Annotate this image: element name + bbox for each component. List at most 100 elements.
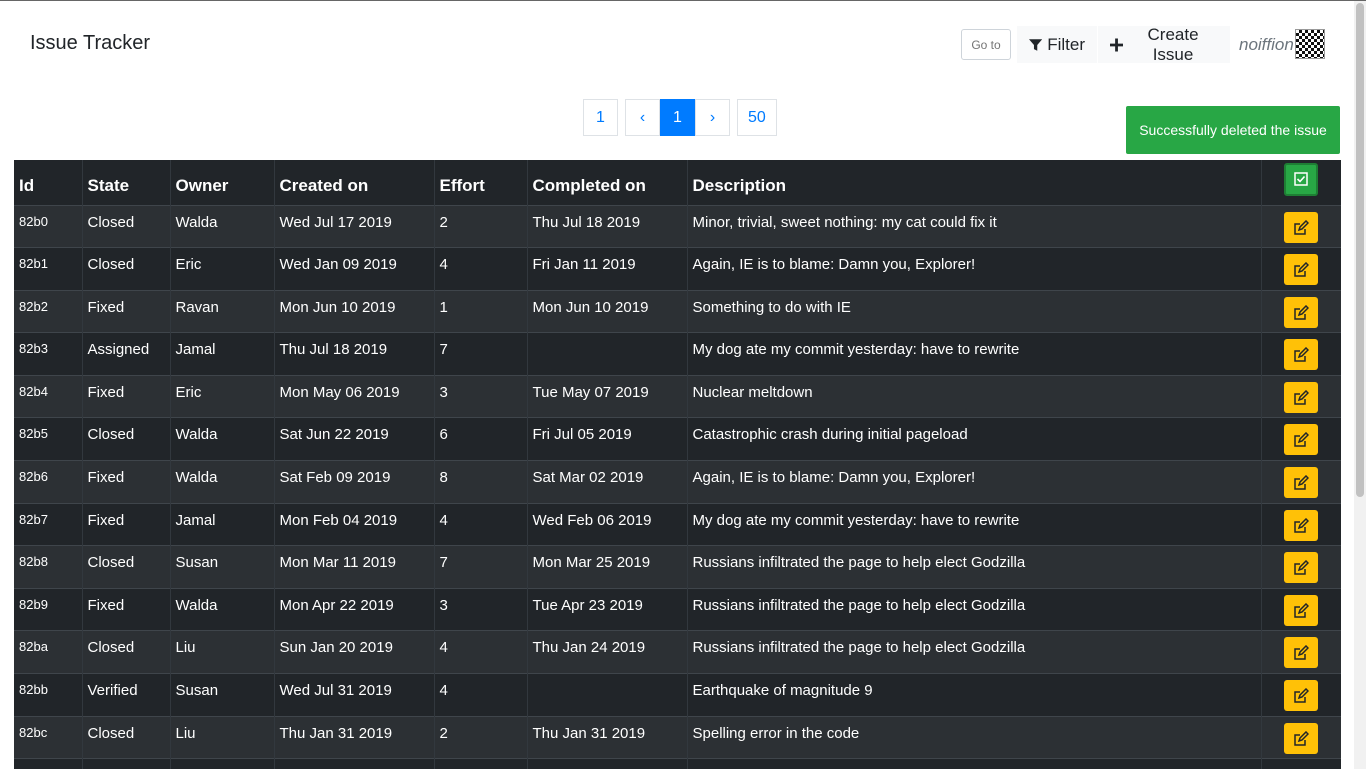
page-scrollbar[interactable]: [1354, 1, 1366, 769]
cell-completed: Mon Jun 10 2019: [527, 289, 688, 333]
app-title: Issue Tracker: [30, 32, 151, 54]
filter-label: Filter: [1047, 34, 1085, 54]
column-header-effort[interactable]: Effort: [434, 160, 528, 205]
cell-description: Again, IE is to blame: Damn you, Explore…: [687, 460, 1262, 504]
cell-description: Russians infiltrated the page to help el…: [687, 545, 1262, 589]
edit-icon: [1294, 304, 1309, 320]
cell-completed: [527, 673, 688, 717]
cell-state: Closed: [82, 630, 171, 674]
table-header-row: Id State Owner Created on Effort Complet…: [14, 160, 1341, 205]
cell-description: My dog ate my commit yesterday: have to …: [687, 502, 1262, 546]
table-row: 82bb Verified Susan Wed Jul 31 2019 4 Earthqu…: [14, 673, 1341, 717]
table-row: 82b7 Fixed Jamal Mon Feb 04 2019 4 Wed Feb 06…: [14, 502, 1341, 546]
cell-empty: [14, 758, 83, 769]
cell-actions: [1261, 204, 1341, 248]
username[interactable]: noiffion: [1239, 35, 1294, 55]
cell-id: 82b0: [14, 204, 83, 248]
edit-issue-button[interactable]: [1284, 296, 1318, 328]
cell-empty: [1261, 758, 1341, 769]
edit-issue-button[interactable]: [1284, 424, 1318, 456]
goto-input[interactable]: [961, 29, 1011, 60]
cell-completed: Thu Jan 31 2019: [527, 715, 688, 759]
edit-issue-button[interactable]: [1284, 211, 1318, 243]
cell-id: 82bb: [14, 673, 83, 717]
cell-id: 82bc: [14, 715, 83, 759]
create-issue-button[interactable]: Create Issue: [1098, 24, 1230, 64]
select-all-button[interactable]: [1284, 163, 1318, 197]
cell-completed: Mon Mar 25 2019: [527, 545, 688, 589]
edit-issue-button[interactable]: [1284, 339, 1318, 371]
page-first-button[interactable]: 1: [583, 99, 618, 136]
cell-description: Again, IE is to blame: Damn you, Explore…: [687, 247, 1262, 291]
cell-description: Catastrophic crash during initial pagelo…: [687, 417, 1262, 461]
page-prev-button[interactable]: ‹: [625, 99, 660, 136]
edit-issue-button[interactable]: [1284, 594, 1318, 626]
cell-owner: Jamal: [170, 502, 275, 546]
column-header-owner[interactable]: Owner: [170, 160, 275, 205]
cell-state: Closed: [82, 204, 171, 248]
edit-icon: [1294, 730, 1309, 746]
edit-issue-button[interactable]: [1284, 637, 1318, 669]
cell-id: 82b2: [14, 289, 83, 333]
cell-actions: [1261, 374, 1341, 418]
success-toast: Successfully deleted the issue: [1126, 106, 1340, 154]
cell-owner: Walda: [170, 587, 275, 631]
column-header-state[interactable]: State: [82, 160, 171, 205]
cell-id: 82b3: [14, 332, 83, 376]
edit-issue-button[interactable]: [1284, 254, 1318, 286]
cell-created: Thu Jul 18 2019: [274, 332, 435, 376]
column-header-description[interactable]: Description: [687, 160, 1262, 205]
cell-created: Mon May 06 2019: [274, 374, 435, 418]
cell-state: Fixed: [82, 289, 171, 333]
avatar[interactable]: [1295, 29, 1325, 59]
table-row: 82b9 Fixed Walda Mon Apr 22 2019 3 Tue Apr 23…: [14, 587, 1341, 631]
cell-id: 82b8: [14, 545, 83, 589]
column-header-completed[interactable]: Completed on: [527, 160, 688, 205]
cell-completed: Tue Apr 23 2019: [527, 587, 688, 631]
edit-issue-button[interactable]: [1284, 509, 1318, 541]
edit-icon: [1294, 688, 1309, 703]
cell-state: Closed: [82, 247, 171, 291]
cell-effort: 7: [434, 545, 528, 589]
edit-icon: [1294, 262, 1309, 277]
edit-icon: [1294, 517, 1309, 533]
column-header-created[interactable]: Created on: [274, 160, 435, 205]
issue-table-container: Id State Owner Created on Effort Complet…: [14, 160, 1341, 769]
edit-issue-button[interactable]: [1284, 381, 1318, 413]
page-next-button[interactable]: ›: [695, 99, 730, 136]
cell-actions: [1261, 502, 1341, 546]
table-row: 82b8 Closed Susan Mon Mar 11 2019 7 Mon Mar 2…: [14, 545, 1341, 589]
cell-actions: [1261, 587, 1341, 631]
cell-effort: 4: [434, 502, 528, 546]
scrollbar-thumb[interactable]: [1356, 3, 1364, 497]
edit-issue-button[interactable]: [1284, 722, 1318, 754]
cell-actions: [1261, 630, 1341, 674]
cell-effort: 6: [434, 417, 528, 461]
cell-actions: [1261, 545, 1341, 589]
edit-issue-button[interactable]: [1284, 467, 1318, 499]
cell-owner: Ravan: [170, 289, 275, 333]
issue-table: Id State Owner Created on Effort Complet…: [14, 160, 1341, 769]
cell-created: Mon Jun 10 2019: [274, 289, 435, 333]
cell-effort: 3: [434, 587, 528, 631]
table-row: 82b6 Fixed Walda Sat Feb 09 2019 8 Sat Mar 02…: [14, 460, 1341, 504]
column-header-id[interactable]: Id: [14, 160, 83, 205]
create-issue-label: Create Issue: [1147, 24, 1199, 64]
cell-id: 82b6: [14, 460, 83, 504]
cell-created: Sat Feb 09 2019: [274, 460, 435, 504]
edit-icon: [1294, 602, 1309, 618]
page-last-button[interactable]: 50: [737, 99, 777, 136]
cell-completed: Thu Jan 24 2019: [527, 630, 688, 674]
cell-owner: Susan: [170, 545, 275, 589]
filter-button[interactable]: Filter: [1017, 26, 1097, 63]
cell-completed: Fri Jan 11 2019: [527, 247, 688, 291]
edit-issue-button[interactable]: [1284, 680, 1318, 712]
edit-icon: [1294, 347, 1309, 363]
table-row: 82b5 Closed Walda Sat Jun 22 2019 6 Fri Jul 0…: [14, 417, 1341, 461]
page-current-button[interactable]: 1: [660, 99, 695, 136]
cell-state: Closed: [82, 417, 171, 461]
cell-owner: Eric: [170, 247, 275, 291]
cell-owner: Walda: [170, 417, 275, 461]
cell-id: 82b9: [14, 587, 83, 631]
edit-issue-button[interactable]: [1284, 552, 1318, 584]
